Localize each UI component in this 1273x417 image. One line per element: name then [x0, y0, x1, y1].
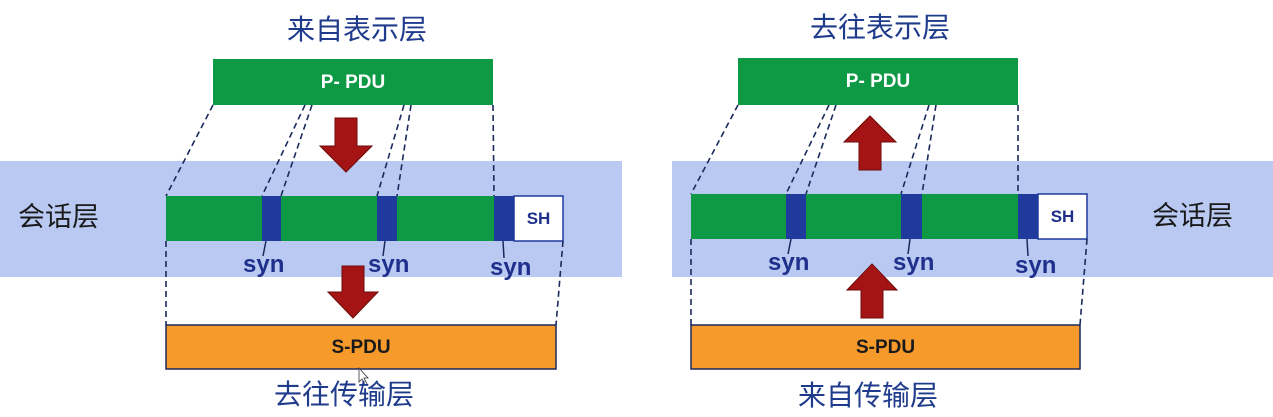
left-syn-block-3: [494, 196, 514, 241]
right-data-segment-1: [691, 194, 786, 239]
right-top-title: 去往表示层: [810, 11, 951, 44]
left-bottom-title: 去往传输层: [274, 378, 415, 411]
session-layer-diagram: .dash { stroke: #1a2a5c; stroke-width: 1…: [0, 0, 1273, 417]
left-data-segment-3: [397, 196, 494, 241]
right-syn-label: syn: [768, 249, 810, 276]
left-syn-label: syn: [243, 251, 285, 278]
left-s-pdu-label: S-PDU: [331, 336, 391, 358]
right-bottom-title: 来自传输层: [798, 379, 939, 412]
right-layer-label: 会话层: [1152, 201, 1233, 232]
left-data-segment-1: [166, 196, 262, 241]
left-syn-label: syn: [368, 251, 410, 278]
left-layer-label: 会话层: [18, 202, 99, 233]
right-syn-block-3: [1018, 194, 1038, 239]
left-p-pdu-label: P- PDU: [320, 71, 386, 93]
right-p-pdu-label: P- PDU: [845, 71, 911, 92]
right-syn-label: syn: [893, 249, 935, 276]
right-syn-block-1: [786, 194, 806, 239]
left-sh-label: SH: [526, 209, 551, 228]
left-top-title: 来自表示层: [287, 13, 428, 46]
left-syn-block-2: [377, 196, 397, 241]
left-syn-block-1: [262, 196, 281, 241]
right-syn-block-2: [901, 194, 922, 239]
left-data-segment-2: [281, 196, 377, 241]
right-s-pdu-label: S-PDU: [855, 336, 916, 358]
right-data-segment-3: [922, 194, 1018, 239]
right-syn-label: syn: [1015, 252, 1057, 279]
right-data-segment-2: [806, 194, 901, 239]
left-syn-label: syn: [490, 254, 532, 281]
right-sh-label: SH: [1050, 207, 1075, 226]
